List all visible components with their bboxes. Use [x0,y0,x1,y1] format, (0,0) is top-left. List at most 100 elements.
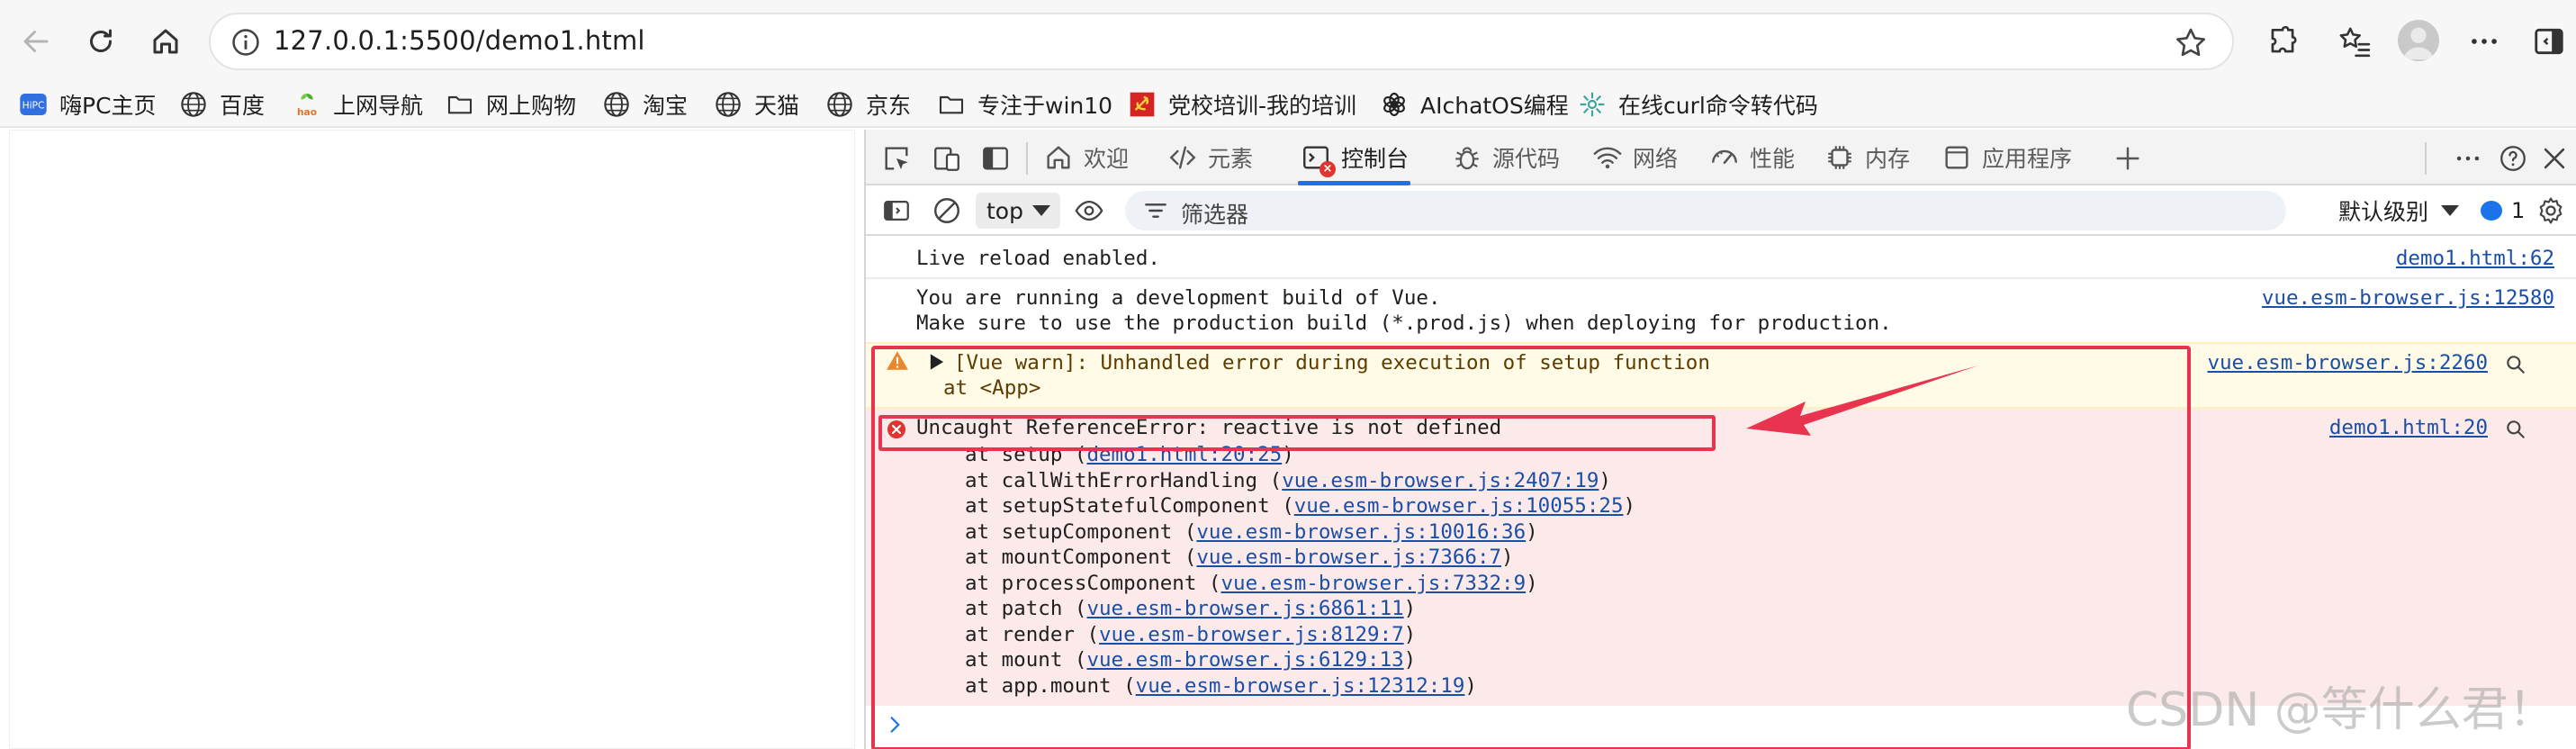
bookmark-shopping[interactable]: 网上购物 [445,86,576,122]
bookmark-label: 网上购物 [486,93,577,119]
tab-label: 内存 [1865,146,1911,172]
favorites-button[interactable] [2333,20,2376,63]
profile-avatar[interactable] [2398,20,2439,61]
globe-icon [824,89,855,120]
bookmark-label: 党校培训-我的培训 [1168,93,1357,119]
application-icon [1941,141,1973,174]
show-sidebar-button[interactable] [878,193,914,229]
console-settings-button[interactable] [2533,193,2569,229]
bookmark-curl[interactable]: 在线curl命令转代码 [1577,86,1818,122]
tab-memory[interactable]: 内存 [1824,130,1910,185]
page-content [9,130,855,749]
bookmark-jd[interactable]: 京东 [824,86,911,122]
bookmark-aichatos[interactable]: AIchatOS编程 [1379,86,1569,122]
more-tools-button[interactable] [2110,140,2146,176]
code-icon [1166,141,1199,174]
home-icon [153,29,178,54]
home-icon [1042,141,1075,174]
sidebar-toggle-button[interactable] [2527,20,2571,63]
live-expression-button[interactable] [1071,193,1107,229]
clear-console-button[interactable] [929,193,965,229]
message-source-link[interactable]: demo1.html:62 [2396,247,2554,270]
folder-icon [445,89,475,120]
bookmark-party-training[interactable]: 党校培训-我的培训 [1127,86,1356,122]
tab-label: 控制台 [1341,146,1410,172]
puzzle-icon [2271,25,2297,53]
console-icon: × [1300,141,1336,177]
help-button[interactable] [2495,140,2531,176]
openai-icon [1379,89,1410,120]
annotation-arrow-icon [1746,365,1978,436]
sidebar-icon [884,200,909,221]
message-source-link[interactable]: vue.esm-browser.js:2260 [2207,351,2488,374]
help-icon [2500,146,2526,171]
tab-application[interactable]: 应用程序 [1941,130,2072,185]
bookmark-label: 淘宝 [643,93,689,119]
log-level-select[interactable]: 默认级别 [2338,193,2460,229]
more-horizontal-icon [2456,156,2480,161]
bookmark-hao[interactable]: hao 上网导航 [292,86,423,122]
issues-counter[interactable]: 1 [2481,193,2525,229]
toolbar-divider [2425,142,2427,175]
device-emulation-button[interactable] [929,140,965,176]
context-value: top [986,197,1023,224]
console-toolbar: top 筛选器 默认级别 1 [866,185,2576,236]
bookmark-taobao[interactable]: 淘宝 [601,86,688,122]
search-icon[interactable] [2504,418,2527,441]
watermark: CSDN @等什么君！ [2126,683,2555,737]
gear-flower-icon [1577,89,1608,120]
more-menu-button[interactable] [2463,20,2506,63]
toolbar-divider [1026,142,1028,175]
issues-count-value: 1 [2511,198,2526,223]
error-badge-icon: × [1320,161,1336,177]
bookmark-hipc[interactable]: HiPC 嗨PC主页 [18,86,157,122]
bookmark-label: 百度 [220,93,266,119]
context-select[interactable]: top [976,193,1060,229]
log-level-value: 默认级别 [2338,199,2429,225]
folder-icon [936,89,967,120]
user-icon [2402,27,2435,60]
message-source-link[interactable]: vue.esm-browser.js:12580 [2262,286,2554,310]
bookmark-label: 在线curl命令转代码 [1618,93,1818,119]
gear-icon [2539,197,2562,224]
back-button[interactable] [14,20,58,63]
close-devtools-button[interactable] [2536,140,2572,176]
console-message: Make sure to use the production build (*… [916,311,1892,335]
tab-elements[interactable]: 元素 [1166,130,1253,185]
favorite-star-icon[interactable] [2173,25,2209,61]
inspect-element-button[interactable] [878,140,914,176]
back-arrow-icon [23,31,49,52]
party-icon [1127,89,1157,120]
bookmarks-bar: HiPC 嗨PC主页 百度 hao 上网导航 网上购物 淘宝 天猫 京东 专注于… [0,83,2576,128]
dock-side-button[interactable] [977,140,1013,176]
info-icon[interactable] [230,27,261,58]
tab-label: 应用程序 [1982,146,2073,172]
bookmark-tmall[interactable]: 天猫 [713,86,799,122]
url-text[interactable]: 127.0.0.1:5500/demo1.html [274,25,645,56]
tab-label: 性能 [1750,146,1796,172]
sidebar-icon [2535,28,2563,55]
tab-console[interactable]: × 控制台 [1298,130,1411,185]
tab-network[interactable]: 网络 [1591,130,1678,185]
extensions-button[interactable] [2261,20,2304,63]
reload-button[interactable] [79,20,122,63]
home-button[interactable] [144,20,187,63]
bookmark-baidu[interactable]: 百度 [178,86,265,122]
bookmark-label: 嗨PC主页 [59,93,157,119]
search-icon[interactable] [2504,353,2527,376]
message-source-link[interactable]: demo1.html:20 [2329,416,2488,439]
bug-icon [1451,141,1483,174]
tab-sources[interactable]: 源代码 [1451,130,1560,185]
devtools-more-button[interactable] [2450,140,2486,176]
reload-icon [90,29,112,52]
console-message: Live reload enabled. [916,247,1160,270]
devtools-tab-bar: 欢迎 元素 × 控制台 源代码 网络 性能 内存 应用程序 [866,130,2576,185]
bookmark-win10[interactable]: 专注于win10 [936,86,1112,122]
inspect-icon [885,147,908,170]
tab-welcome[interactable]: 欢迎 [1042,130,1129,185]
address-bar[interactable]: 127.0.0.1:5500/demo1.html [209,13,2234,70]
caret-down-icon [1031,205,1050,216]
tab-performance[interactable]: 性能 [1708,130,1795,185]
filter-input[interactable]: 筛选器 [1125,191,2286,230]
message-divider [866,277,2576,279]
